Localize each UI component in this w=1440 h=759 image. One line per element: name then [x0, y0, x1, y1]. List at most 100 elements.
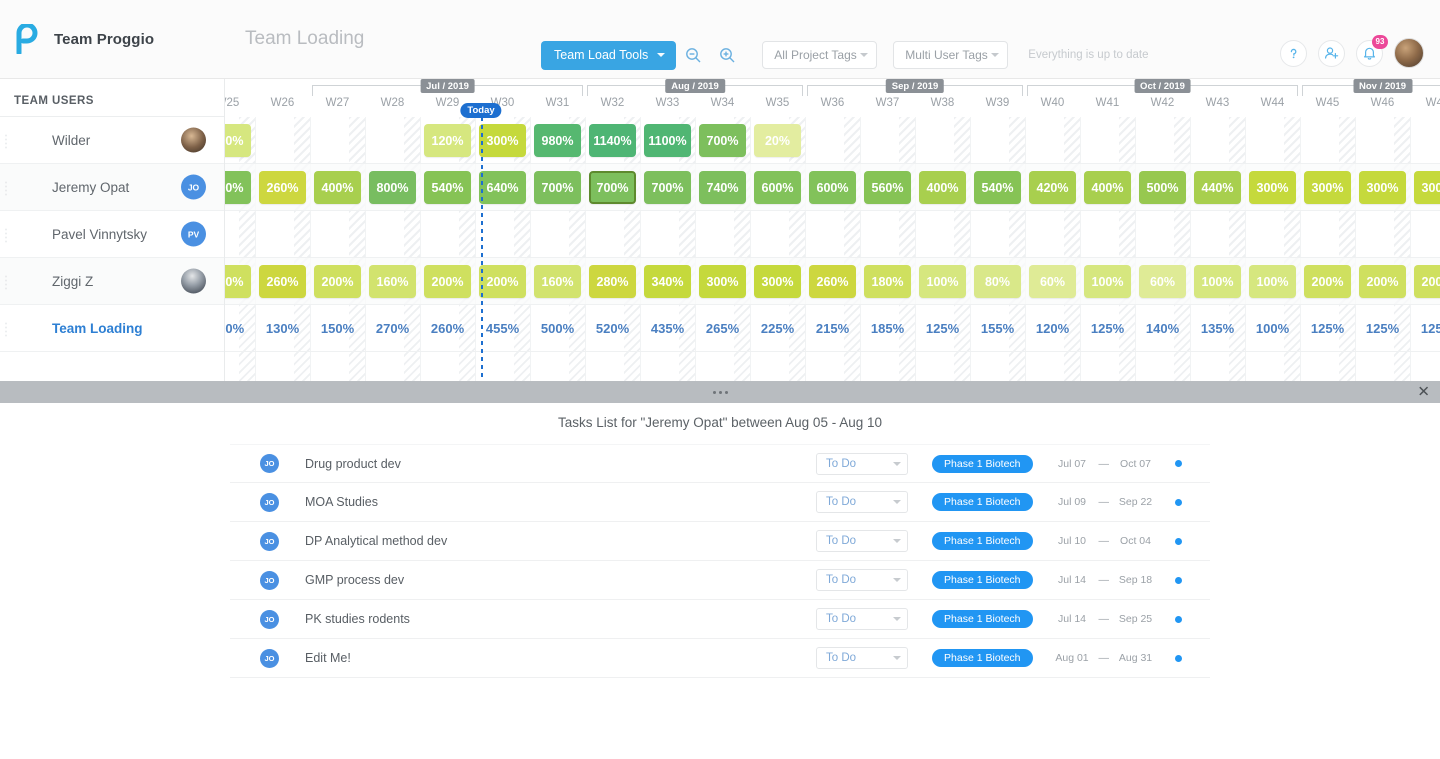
load-cell[interactable]: 200% [1414, 265, 1440, 298]
load-cell[interactable]: 200% [479, 265, 526, 298]
load-cell[interactable]: 200% [314, 265, 361, 298]
avatar[interactable]: JO [260, 609, 279, 629]
load-cell[interactable]: 100% [1194, 265, 1241, 298]
load-cell[interactable]: 260% [259, 265, 306, 298]
load-cell[interactable]: 300% [699, 265, 746, 298]
load-cell[interactable]: 200% [1359, 265, 1406, 298]
load-cell[interactable]: 100% [225, 124, 251, 157]
load-cell[interactable]: 100% [1249, 265, 1296, 298]
load-cell[interactable]: 700% [534, 171, 581, 204]
task-tag[interactable]: Phase 1 Biotech [932, 454, 1033, 473]
user-row[interactable]: Jeremy Opat JO [0, 164, 224, 211]
load-cell[interactable]: 300% [1304, 171, 1351, 204]
load-cell[interactable]: 600% [754, 171, 801, 204]
load-cell[interactable]: 180% [864, 265, 911, 298]
zoom-in-icon[interactable] [710, 40, 744, 70]
load-cell[interactable]: 160% [369, 265, 416, 298]
panel-splitter[interactable]: ✕ [0, 381, 1440, 403]
avatar[interactable]: JO [260, 648, 279, 668]
load-cell[interactable]: 300% [1414, 171, 1440, 204]
drag-handle-icon[interactable] [3, 321, 9, 337]
task-indicator-dot[interactable] [1175, 460, 1182, 467]
task-row[interactable]: JO MOA Studies To Do Phase 1 Biotech Jul 09 —… [230, 483, 1210, 522]
load-cell[interactable]: 560% [864, 171, 911, 204]
avatar[interactable]: JO [181, 174, 206, 200]
load-cell[interactable]: 500% [1139, 171, 1186, 204]
load-cell[interactable]: 100% [919, 265, 966, 298]
load-cell[interactable]: 20% [754, 124, 801, 157]
load-cell[interactable]: 200% [1304, 265, 1351, 298]
user-row[interactable]: Team Loading ✿ [0, 305, 224, 352]
avatar[interactable]: JO [260, 492, 279, 512]
avatar[interactable] [1394, 38, 1424, 68]
load-cell[interactable]: 1100% [644, 124, 691, 157]
load-cell[interactable]: 700% [699, 124, 746, 157]
timeline-grid[interactable]: Jul / 2019 Aug / 2019 Sep / 2019 Oct / 2019… [225, 79, 1440, 381]
load-cell[interactable]: 600% [809, 171, 856, 204]
avatar[interactable]: PV [181, 221, 206, 247]
task-row[interactable]: JO Edit Me! To Do Phase 1 Biotech Aug 01— Aug… [230, 639, 1210, 678]
load-cell[interactable]: 60% [1139, 265, 1186, 298]
load-cell[interactable]: 300% [479, 124, 526, 157]
task-row[interactable]: JO GMP process dev To Do Phase 1 Biotech Jul… [230, 561, 1210, 600]
avatar[interactable] [181, 127, 206, 153]
load-cell[interactable]: 260% [809, 265, 856, 298]
task-row[interactable]: JO Drug product dev To Do Phase 1 Biotech Ju… [230, 444, 1210, 483]
load-cell[interactable]: 200% [424, 265, 471, 298]
load-cell[interactable]: 100% [1084, 265, 1131, 298]
load-cell[interactable]: 700% [644, 171, 691, 204]
load-cell[interactable]: 120% [424, 124, 471, 157]
load-cell[interactable]: 340% [644, 265, 691, 298]
task-tag[interactable]: Phase 1 Biotech [932, 493, 1033, 511]
load-cell[interactable]: 540% [974, 171, 1021, 204]
task-status-select[interactable]: To Do [816, 452, 909, 475]
user-row[interactable]: Pavel Vinnytsky PV [0, 211, 224, 258]
load-cell[interactable]: 400% [1084, 171, 1131, 204]
task-row[interactable]: JO DP Analytical method dev To Do Phase 1 B… [230, 522, 1210, 561]
load-cell[interactable]: 280% [589, 265, 636, 298]
load-cell[interactable]: 180% [225, 265, 251, 298]
load-cell[interactable]: 600% [225, 171, 251, 204]
task-indicator-dot[interactable] [1175, 498, 1182, 506]
brand[interactable]: Team Proggio [0, 24, 225, 54]
task-indicator-dot[interactable] [1175, 576, 1182, 584]
avatar[interactable]: JO [260, 531, 279, 551]
task-status-select[interactable]: To Do [816, 491, 909, 513]
load-cell[interactable]: 260% [259, 171, 306, 204]
user-row[interactable]: Ziggi Z [0, 258, 224, 305]
task-tag[interactable]: Phase 1 Biotech [932, 649, 1033, 667]
avatar[interactable]: JO [260, 570, 279, 590]
load-cell[interactable]: 980% [534, 124, 581, 157]
load-cell[interactable]: 420% [1029, 171, 1076, 204]
drag-handle-icon[interactable] [3, 133, 9, 149]
user-tags-select[interactable]: Multi User Tags [893, 41, 1009, 69]
load-cell[interactable]: 540% [424, 171, 471, 204]
load-cell[interactable]: 800% [369, 171, 416, 204]
task-status-select[interactable]: To Do [816, 608, 909, 630]
avatar[interactable]: ✿ [181, 315, 206, 341]
project-tags-select[interactable]: All Project Tags [762, 41, 878, 69]
task-tag[interactable]: Phase 1 Biotech [932, 532, 1033, 550]
drag-grip-icon[interactable] [712, 390, 728, 394]
task-tag[interactable]: Phase 1 Biotech [932, 610, 1033, 628]
close-icon[interactable]: ✕ [1417, 385, 1430, 400]
notification-bell-icon[interactable]: 93 [1356, 34, 1388, 67]
task-tag[interactable]: Phase 1 Biotech [932, 571, 1033, 589]
load-cell[interactable]: 1140% [589, 124, 636, 157]
drag-handle-icon[interactable] [3, 274, 9, 290]
task-indicator-dot[interactable] [1175, 654, 1182, 662]
avatar[interactable] [181, 268, 206, 294]
load-cell[interactable]: 400% [919, 171, 966, 204]
drag-handle-icon[interactable] [3, 227, 9, 243]
task-indicator-dot[interactable] [1175, 537, 1182, 545]
help-icon[interactable] [1280, 39, 1307, 67]
team-load-tools-button[interactable]: Team Load Tools [541, 40, 677, 70]
load-cell[interactable]: 300% [754, 265, 801, 298]
load-cell[interactable]: 700% [589, 171, 636, 204]
task-row[interactable]: JO PK studies rodents To Do Phase 1 Biotech… [230, 600, 1210, 639]
load-cell[interactable]: 440% [1194, 171, 1241, 204]
task-status-select[interactable]: To Do [816, 530, 909, 552]
load-cell[interactable]: 740% [699, 171, 746, 204]
load-cell[interactable]: 400% [314, 171, 361, 204]
zoom-out-icon[interactable] [676, 40, 710, 70]
